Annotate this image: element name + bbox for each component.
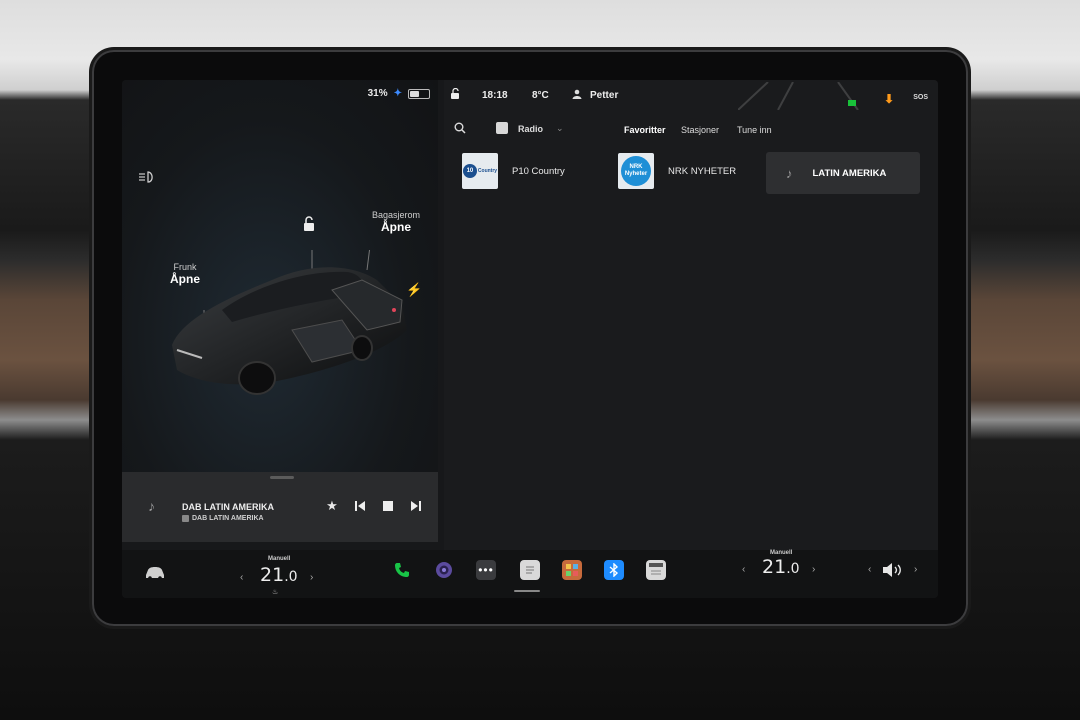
next-track-icon[interactable] <box>408 498 424 514</box>
temp-right-increase[interactable]: › <box>812 564 815 575</box>
p10-logo-mark: 10 <box>462 164 477 178</box>
active-app-indicator <box>514 590 540 592</box>
unlock-icon[interactable] <box>302 216 316 232</box>
connectivity-icon: ✦ <box>393 88 402 99</box>
radio-source-icon <box>182 515 189 522</box>
status-left: 31% ✦ <box>368 88 430 99</box>
battery-percent: 31% <box>367 88 388 99</box>
car-image <box>172 250 407 395</box>
battery-icon <box>408 88 430 99</box>
station-item-p10-country[interactable]: 10 Country P10 Country <box>462 150 565 192</box>
trunk-label: Bagasjerom <box>372 210 421 220</box>
volume-decrease[interactable]: ‹ <box>868 564 871 575</box>
tab-stasjoner[interactable]: Stasjoner <box>681 125 719 135</box>
source-selector[interactable]: Radio <box>518 124 543 134</box>
download-icon[interactable]: ⬇ <box>884 92 894 106</box>
top-status-bar: 18:18 8°C Petter ⬇ SOS <box>444 80 938 114</box>
toybox-icon[interactable] <box>562 560 582 580</box>
search-icon[interactable] <box>454 122 466 134</box>
user-icon[interactable] <box>572 89 582 102</box>
volume-increase[interactable]: › <box>914 564 917 575</box>
sos-button[interactable]: SOS <box>913 94 928 101</box>
station-item-latin-amerika[interactable]: ♪ LATIN AMERIKA <box>766 152 920 194</box>
tab-tune-inn[interactable]: Tune inn <box>737 125 772 135</box>
favorite-star-icon[interactable]: ★ <box>324 498 340 514</box>
temp-right-decrease[interactable]: ‹ <box>742 564 745 575</box>
p10-logo-text: Country <box>477 168 498 174</box>
radio-icon[interactable] <box>496 122 508 134</box>
now-playing-title: DAB LATIN AMERIKA <box>182 502 274 512</box>
temp-left-decrease[interactable]: ‹ <box>240 572 243 583</box>
music-note-icon: ♪ <box>148 498 155 514</box>
user-name[interactable]: Petter <box>590 90 618 101</box>
car-panel: 31% ✦ Frunk Åpne Bagasjerom Åpne ⚡ <box>122 80 438 472</box>
touchscreen: 31% ✦ Frunk Åpne Bagasjerom Åpne ⚡ ♪ DAB… <box>122 80 938 598</box>
media-source-bar: Radio ⌄ Favoritter Stasjoner Tune inn <box>444 118 938 140</box>
station-logo-nrk: NRK Nyheter <box>618 153 654 189</box>
media-panel: 18:18 8°C Petter ⬇ SOS Radio ⌄ Favoritte… <box>444 80 938 550</box>
climate-right-temp: 21.0 <box>762 556 800 578</box>
car-icon[interactable] <box>144 566 166 580</box>
previous-track-icon[interactable] <box>352 498 368 514</box>
climate-left-mode: Manuell <box>268 556 291 562</box>
music-note-icon: ♪ <box>786 165 793 181</box>
trunk-control[interactable]: Bagasjerom Åpne <box>372 210 420 234</box>
clock: 18:18 <box>482 90 508 101</box>
playback-controls: ★ <box>324 498 424 514</box>
station-name: NRK NYHETER <box>668 165 737 177</box>
now-playing-card[interactable]: ♪ DAB LATIN AMERIKA DAB LATIN AMERIKA ★ <box>122 472 438 542</box>
door-lock-icon[interactable] <box>450 88 462 100</box>
now-playing-subtitle: DAB LATIN AMERIKA <box>182 515 264 522</box>
stop-icon[interactable] <box>380 498 396 514</box>
notepad-icon[interactable] <box>520 560 540 580</box>
station-name: P10 Country <box>512 165 565 177</box>
chevron-down-icon[interactable]: ⌄ <box>556 123 564 134</box>
station-name: LATIN AMERIKA <box>812 167 887 179</box>
calendar-icon[interactable] <box>646 560 666 580</box>
battery-fill <box>410 90 419 97</box>
camera-icon[interactable] <box>434 560 454 580</box>
phone-icon[interactable] <box>392 560 412 580</box>
more-icon[interactable]: ••• <box>476 560 496 580</box>
station-logo-p10: 10 Country <box>462 153 498 189</box>
outside-temperature: 8°C <box>532 90 549 101</box>
temp-left-increase[interactable]: › <box>310 572 313 583</box>
seat-heater-icon[interactable]: ♨ <box>272 588 278 596</box>
volume-icon[interactable] <box>882 562 904 578</box>
station-item-nrk-nyheter[interactable]: NRK Nyheter NRK NYHETER <box>618 150 736 192</box>
climate-left-temp: 21.0 <box>260 564 298 586</box>
status-indicator <box>848 100 856 106</box>
bottom-dock: Manuell ‹ 21.0 › ♨ ••• Manuell ‹ 21.0 › … <box>122 550 938 598</box>
trunk-open-action: Åpne <box>381 220 412 234</box>
bluetooth-icon[interactable] <box>604 560 624 580</box>
drag-handle[interactable] <box>270 476 294 479</box>
nrk-logo-mark: NRK Nyheter <box>621 156 651 186</box>
headlight-icon[interactable] <box>138 170 156 184</box>
now-playing-subtitle-text: DAB LATIN AMERIKA <box>192 515 264 522</box>
tab-favoritter[interactable]: Favoritter <box>624 125 666 135</box>
